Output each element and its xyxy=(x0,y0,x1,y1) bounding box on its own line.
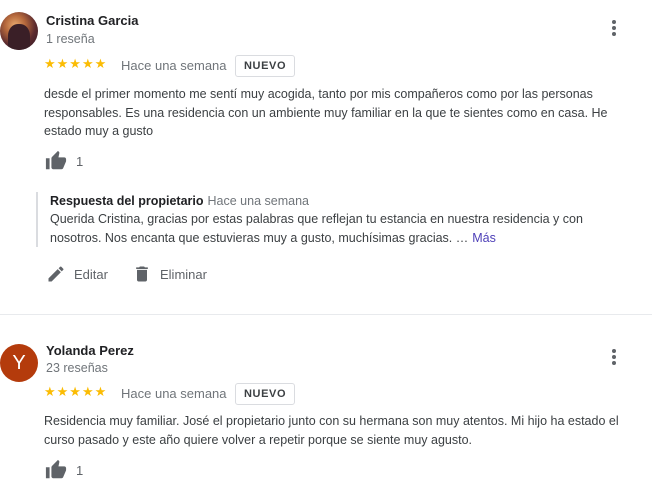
owner-response-text: Querida Cristina, gracias por estas pala… xyxy=(50,212,583,245)
more-options-icon[interactable] xyxy=(606,347,622,367)
review-date: Hace una semana xyxy=(121,386,227,401)
review-card: Y Yolanda Perez 23 reseñas ★★★★★ Hace un… xyxy=(0,322,652,489)
reviewer-name[interactable]: Cristina Garcia xyxy=(46,13,139,28)
review-divider xyxy=(0,314,652,315)
thumb-up-icon xyxy=(45,150,67,170)
new-badge: NUEVO xyxy=(235,55,296,77)
star-rating: ★★★★★ xyxy=(44,384,108,399)
edit-label: Editar xyxy=(74,266,108,282)
like-count: 1 xyxy=(76,462,84,478)
review-date: Hace una semana xyxy=(121,58,227,73)
reviewer-name[interactable]: Yolanda Perez xyxy=(46,343,134,358)
review-card: Cristina Garcia 1 reseña ★★★★★ Hace una … xyxy=(0,0,652,312)
owner-response: Respuesta del propietario Hace una semana… xyxy=(36,192,626,247)
more-options-icon[interactable] xyxy=(606,18,622,38)
review-text: Residencia muy familiar. José el propiet… xyxy=(44,414,619,447)
avatar[interactable]: Y xyxy=(0,344,38,382)
owner-response-date: Hace una semana xyxy=(207,194,309,208)
delete-icon xyxy=(136,266,148,282)
delete-button[interactable]: Eliminar xyxy=(132,263,207,285)
like-button[interactable]: 1 xyxy=(44,459,83,481)
edit-icon xyxy=(48,266,64,282)
thumb-up-icon xyxy=(45,459,67,479)
review-text: desde el primer momento me sentí muy aco… xyxy=(44,87,608,138)
more-link[interactable]: Más xyxy=(472,231,496,245)
like-count: 1 xyxy=(76,153,84,169)
reviewer-review-count[interactable]: 1 reseña xyxy=(46,32,95,46)
new-badge: NUEVO xyxy=(235,383,296,405)
avatar[interactable] xyxy=(0,12,38,50)
delete-label: Eliminar xyxy=(160,266,207,282)
star-rating: ★★★★★ xyxy=(44,56,108,71)
edit-button[interactable]: Editar xyxy=(46,263,108,285)
like-button[interactable]: 1 xyxy=(44,150,83,172)
reviewer-review-count[interactable]: 23 reseñas xyxy=(46,361,108,375)
owner-response-title: Respuesta del propietario xyxy=(50,194,204,208)
